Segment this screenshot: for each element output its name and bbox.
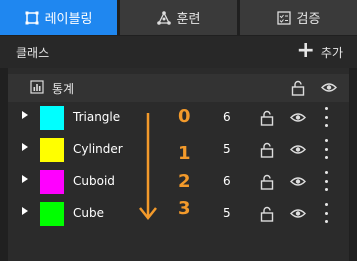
class-count: 6 <box>223 110 231 124</box>
expand-caret-icon[interactable] <box>22 111 28 119</box>
more-options-icon[interactable] <box>323 107 329 127</box>
visibility-eye-icon[interactable] <box>290 208 306 219</box>
class-count: 6 <box>223 174 231 188</box>
class-name: Cylinder <box>73 142 123 156</box>
more-options-icon[interactable] <box>323 203 329 223</box>
class-color-swatch[interactable] <box>40 106 64 130</box>
visibility-eye-icon[interactable] <box>290 112 306 123</box>
order-number-annotation: 1 <box>178 143 191 164</box>
class-color-swatch[interactable] <box>40 170 64 194</box>
tab-training-label: 훈련 <box>176 12 201 27</box>
class-color-swatch[interactable] <box>40 202 64 226</box>
add-class-label: 추가 <box>320 45 343 60</box>
class-color-swatch[interactable] <box>40 138 64 162</box>
network-icon <box>156 10 171 25</box>
expand-caret-icon[interactable] <box>22 207 28 215</box>
class-name: Triangle <box>73 110 121 124</box>
order-number-annotation: 2 <box>178 171 191 192</box>
stats-label: 통계 <box>52 82 75 96</box>
unlock-icon[interactable] <box>291 80 305 96</box>
checklist-icon <box>276 10 291 25</box>
unlock-icon[interactable] <box>260 110 274 126</box>
unlock-icon[interactable] <box>260 142 274 158</box>
class-name: Cube <box>73 206 104 220</box>
tab-validation[interactable]: 검증 <box>240 0 357 35</box>
class-name: Cuboid <box>73 174 115 188</box>
tab-training[interactable]: 훈련 <box>120 0 237 35</box>
stats-row[interactable]: 통계 <box>8 74 349 102</box>
visibility-eye-icon[interactable] <box>290 176 306 187</box>
more-options-icon[interactable] <box>323 139 329 159</box>
expand-caret-icon[interactable] <box>22 143 28 151</box>
order-number-annotation: 3 <box>178 198 191 219</box>
plus-icon: + <box>296 38 315 63</box>
class-header-title: 클래스 <box>16 45 50 60</box>
unlock-icon[interactable] <box>260 206 274 222</box>
visibility-eye-icon[interactable] <box>290 144 306 155</box>
tab-labeling[interactable]: 레이블링 <box>0 0 117 35</box>
tab-validation-label: 검증 <box>296 12 321 27</box>
class-count: 5 <box>223 206 231 220</box>
unlock-icon[interactable] <box>260 174 274 190</box>
tab-bar: 레이블링 훈련 검증 <box>0 0 357 36</box>
visibility-eye-icon[interactable] <box>321 82 337 93</box>
class-list-panel: 통계 Triangle 6 0 Cylinder 5 1 Cuboid 6 2 Cube 5 3 <box>8 68 349 261</box>
bar-chart-icon <box>30 80 44 94</box>
bbox-icon <box>25 11 39 25</box>
tab-labeling-label: 레이블링 <box>44 12 93 27</box>
class-count: 5 <box>223 142 231 156</box>
order-number-annotation: 0 <box>178 106 191 127</box>
reorder-arrow-annotation <box>139 113 157 221</box>
more-options-icon[interactable] <box>323 171 329 191</box>
expand-caret-icon[interactable] <box>22 175 28 183</box>
class-header: 클래스 + 추가 <box>0 36 357 68</box>
add-class-button[interactable]: + 추가 <box>296 38 343 63</box>
